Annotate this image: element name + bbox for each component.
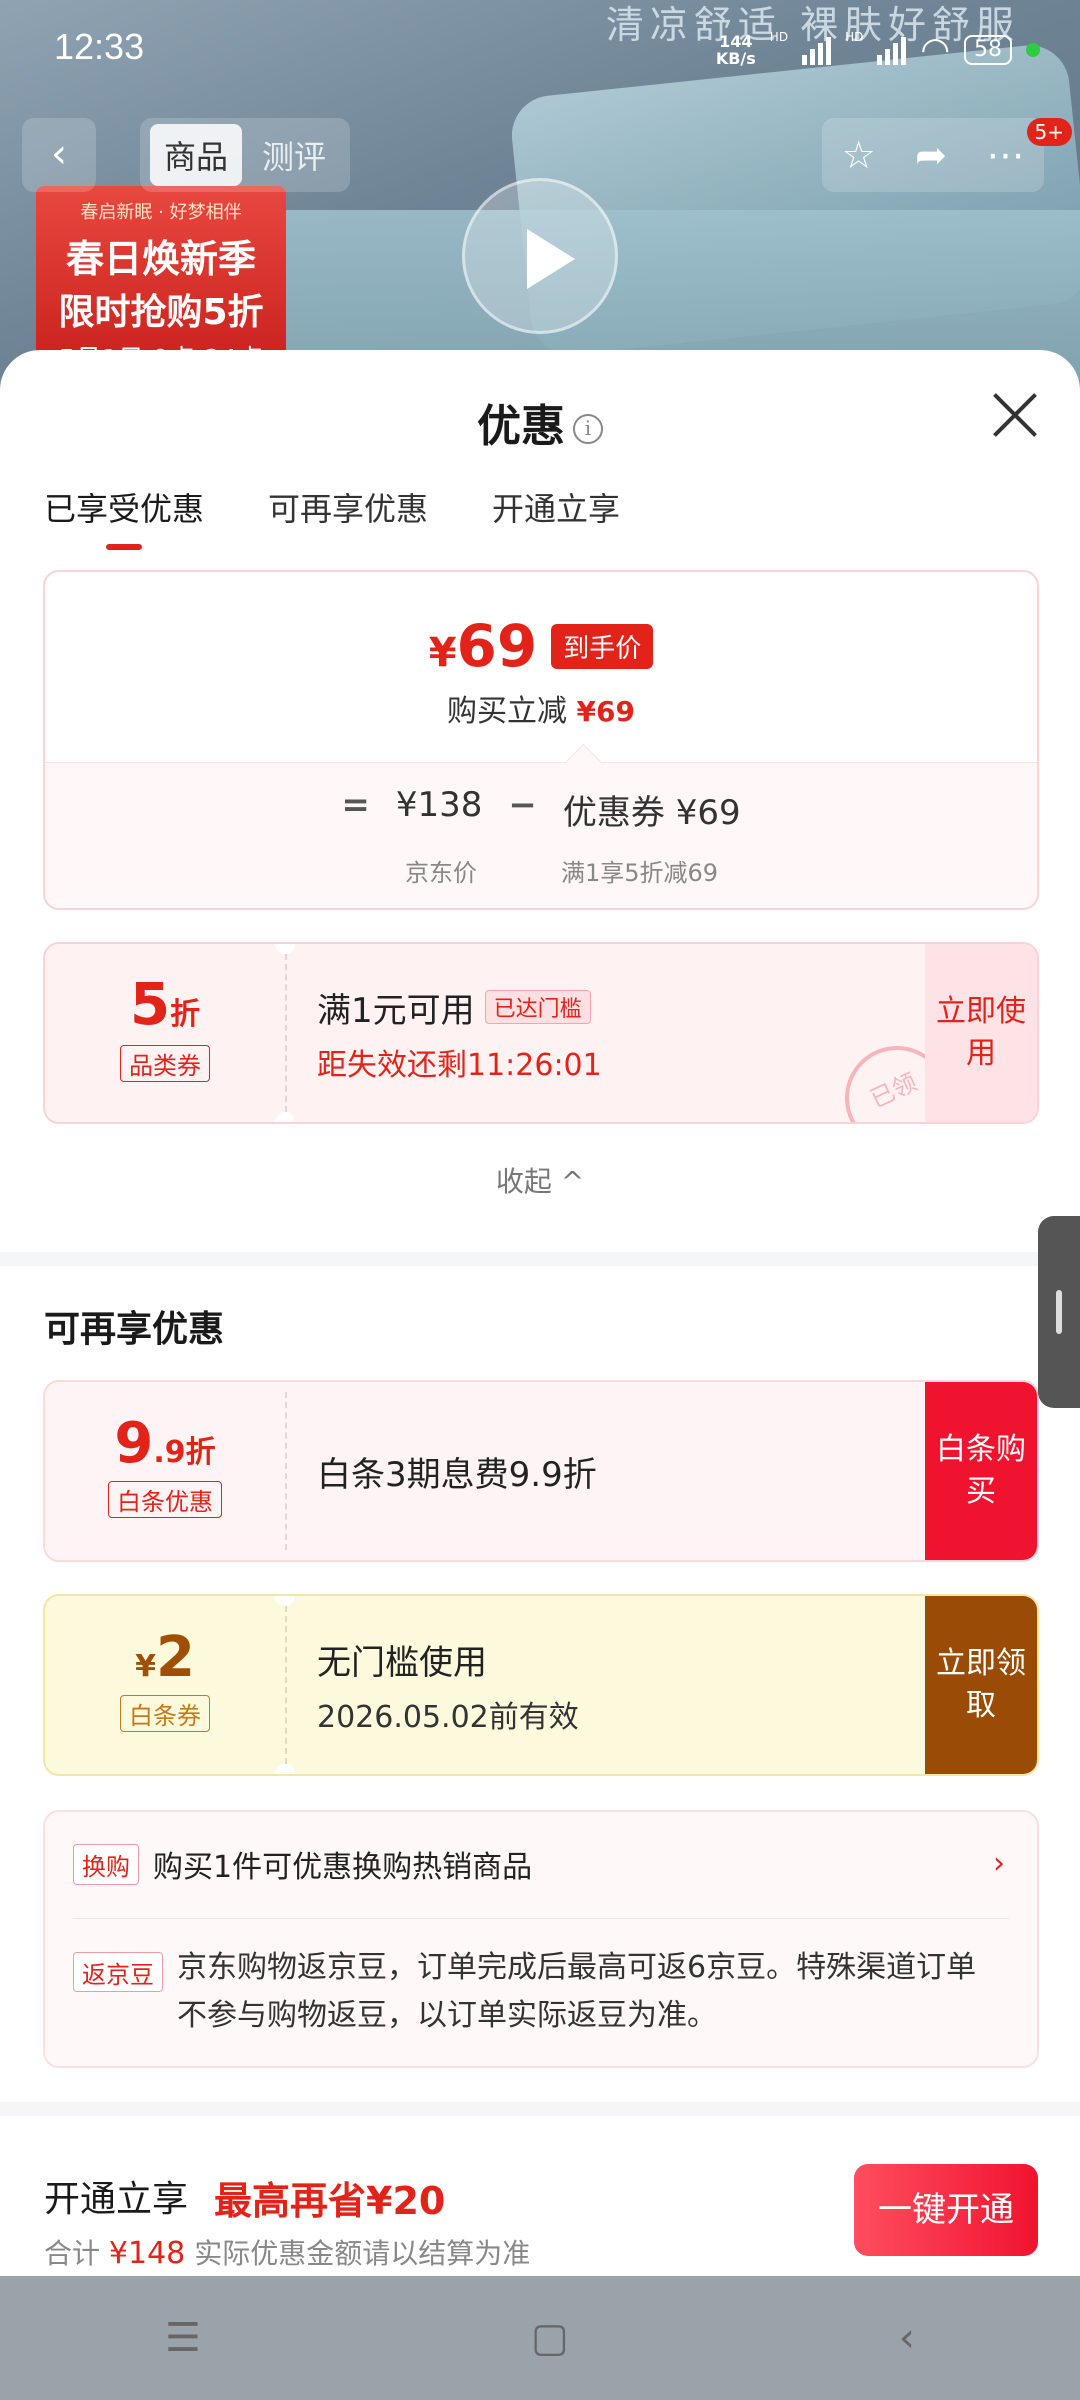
coupon-notch — [275, 1112, 295, 1122]
jd-price: ¥138 — [395, 785, 483, 825]
product-actions: ☆ ➦ ⋯ — [822, 118, 1044, 192]
coupon-type: 品类券 — [120, 1045, 210, 1082]
price-summary-card: ¥69 到手价 购买立减 ¥69 = ¥138 − 优惠券 ¥69 京东价 满1… — [43, 570, 1039, 910]
threshold-badge: 已达门槛 — [484, 990, 591, 1024]
price-formula: = ¥138 − 优惠券 ¥69 京东价 满1享5折减69 — [45, 762, 1037, 908]
promo-line1: 春启新眠 · 好梦相伴 — [80, 202, 242, 223]
benefits-divider — [73, 1918, 1009, 1919]
promo-line3: 限时抢购5折 — [58, 292, 264, 333]
system-back-icon[interactable]: ‹ — [899, 2315, 915, 2361]
category-coupon: 5折 品类券 满1元可用 已达门槛 距失效还剩11:26:01 已领 立即使用 — [43, 942, 1039, 1124]
baitiao-value: 9.9折 — [114, 1411, 216, 1476]
status-bar: 12:33 144 KB/s HD HD ◠ 58 — [0, 0, 1080, 100]
info-icon[interactable]: i — [573, 414, 603, 444]
status-time: 12:33 — [54, 26, 145, 67]
one-key-open-button[interactable]: 一键开通 — [854, 2164, 1038, 2256]
video-play-icon[interactable] — [462, 178, 618, 334]
baitiao-desc: 白条3期息费9.9折 — [317, 1454, 597, 1495]
baitiao-type: 白条优惠 — [108, 1481, 222, 1518]
sheet-title: 优惠 i — [0, 390, 1080, 454]
menu-icon[interactable]: ☰ — [165, 2315, 201, 2361]
baitiao-discount: 9.9折 白条优惠 白条3期息费9.9折 白条购买 — [43, 1380, 1039, 1562]
baitiao-cash-coupon: ¥2 白条券 无门槛使用 2026.05.02前有效 立即领取 — [43, 1594, 1039, 1776]
baitiao-buy-button[interactable]: 白条购买 — [925, 1382, 1037, 1560]
bean-row: 返京豆 京东购物返京豆，订单完成后最高可返6京豆。特殊渠道订单不参与购物返豆，以… — [73, 1950, 977, 2040]
tab-review[interactable]: 测评 — [248, 124, 340, 186]
bean-text: 京东购物返京豆，订单完成后最高可返6京豆。特殊渠道订单不参与购物返豆，以订单实际… — [177, 1950, 977, 2033]
coupon-notch — [275, 1764, 295, 1774]
open-summary: 开通立享 最高再省¥20 — [44, 2170, 445, 2225]
hd-label-1: HD — [769, 30, 789, 44]
swap-text: 购买1件可优惠换购热销商品 — [153, 1850, 533, 1885]
coupon-divider — [285, 1392, 287, 1550]
promo-banner[interactable]: 春启新眠 · 好梦相伴 春日焕新季 限时抢购5折 5月1日 0点-24点 — [36, 186, 286, 376]
cash-coupon-type: 白条券 — [120, 1695, 210, 1732]
equals-sign: = — [341, 785, 370, 825]
battery-icon: 58 — [964, 35, 1012, 65]
share-icon[interactable]: ➦ — [915, 133, 947, 177]
promo-line2: 春日焕新季 — [65, 237, 256, 281]
back-icon[interactable]: ‹ — [22, 118, 96, 192]
system-nav-bar: ☰ ▢ ‹ — [0, 2276, 1080, 2400]
cash-coupon-value: ¥2 — [135, 1625, 195, 1690]
coupon-countdown: 距失效还剩11:26:01 — [317, 1047, 602, 1083]
section-divider — [0, 1252, 1080, 1266]
coupon-amount: 优惠券 ¥69 — [562, 793, 741, 833]
hd-label-2: HD — [845, 30, 864, 44]
tab-open[interactable]: 开通立享 — [492, 484, 620, 550]
swap-row[interactable]: 换购 购买1件可优惠换购热销商品 — [73, 1842, 532, 1886]
jd-price-label: 京东价 — [405, 859, 477, 887]
coupon-value: 5折 — [129, 970, 201, 1038]
bean-chip: 返京豆 — [73, 1952, 163, 1992]
max-save: 最高再省¥20 — [214, 2179, 446, 2223]
benefits-card: 换购 购买1件可优惠换购热销商品 › 返京豆 京东购物返京豆，订单完成后最高可返… — [43, 1810, 1039, 2068]
network-speed: 144 KB/s — [715, 32, 756, 68]
chevron-right-icon[interactable]: › — [993, 1846, 1005, 1881]
open-label: 开通立享 — [44, 2179, 189, 2220]
minus-sign: − — [508, 785, 537, 825]
total-line: 合计 ¥148 实际优惠金额请以结算为准 — [44, 2236, 531, 2271]
tab-enjoyed[interactable]: 已享受优惠 — [44, 484, 204, 550]
swap-chip: 换购 — [73, 1843, 139, 1885]
home-icon[interactable]: ▢ — [531, 2315, 569, 2361]
hand-price: ¥69 — [428, 612, 538, 680]
privacy-dot-icon — [1026, 43, 1040, 57]
collapse-button[interactable]: 收起 ^ — [0, 1160, 1080, 1200]
use-now-button[interactable]: 立即使用 — [925, 944, 1037, 1122]
close-icon[interactable] — [990, 390, 1040, 440]
product-tabs: 商品 测评 — [140, 118, 351, 192]
tab-product[interactable]: 商品 — [150, 124, 243, 186]
instant-reduce: 购买立减 ¥69 — [447, 694, 635, 729]
coupon-divider — [285, 954, 287, 1112]
total-amount: ¥148 — [108, 2236, 186, 2271]
coupon-divider — [285, 1606, 287, 1764]
signal-icon — [802, 35, 832, 65]
tab-more[interactable]: 可再享优惠 — [268, 484, 428, 550]
more-icon[interactable]: ⋯ — [986, 133, 1024, 177]
side-drag-handle[interactable] — [1038, 1216, 1080, 1408]
section-divider — [0, 2102, 1080, 2116]
coupon-condition: 满1元可用 — [317, 990, 475, 1031]
cash-coupon-condition: 无门槛使用 — [317, 1642, 487, 1683]
wifi-icon: ◠ — [920, 30, 950, 70]
product-nav-bar: ‹ 商品 测评 ☆ ➦ ⋯ 5+ — [0, 118, 1080, 198]
discount-sheet: 优惠 i 已享受优惠 可再享优惠 开通立享 ¥69 到手价 购买立减 ¥69 = … — [0, 350, 1080, 2276]
hand-price-tag: 到手价 — [551, 623, 654, 669]
discount-tabs: 已享受优惠 可再享优惠 开通立享 — [44, 484, 620, 550]
coupon-rule: 满1享5折减69 — [561, 859, 719, 887]
message-badge: 5+ — [1026, 118, 1072, 146]
more-section-title: 可再享优惠 — [44, 1309, 225, 1350]
cash-coupon-expiry: 2026.05.02前有效 — [317, 1699, 579, 1735]
signal-icon-2 — [877, 35, 907, 65]
favorite-icon[interactable]: ☆ — [842, 133, 876, 177]
claim-now-button[interactable]: 立即领取 — [925, 1596, 1037, 1774]
